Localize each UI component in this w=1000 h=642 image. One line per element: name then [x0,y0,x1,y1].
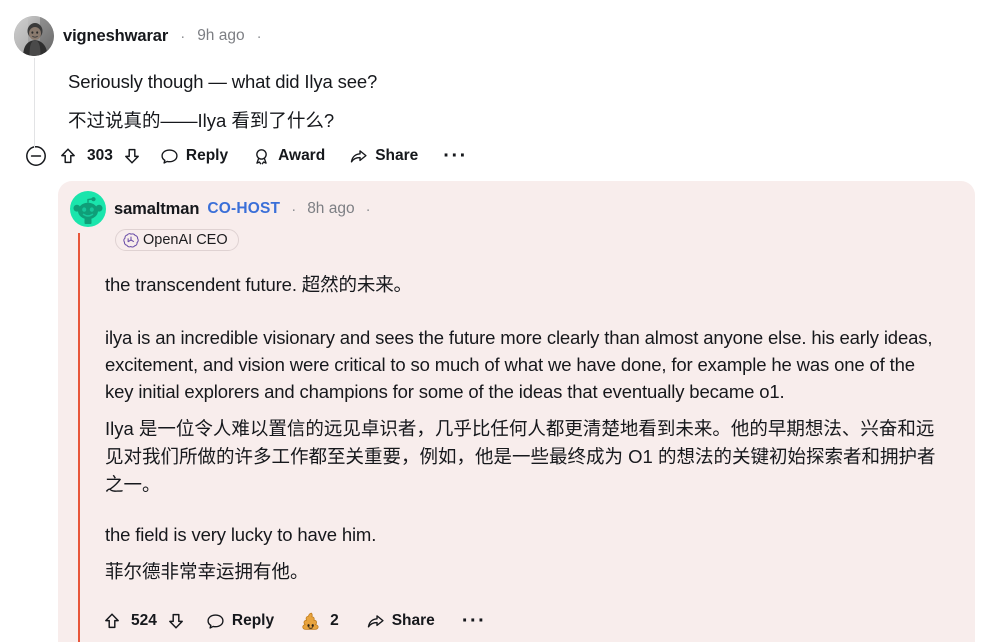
openai-logo-icon [123,232,139,248]
meta-separator: · [180,27,186,45]
meta-separator: · [291,200,297,218]
speech-bubble-icon [160,147,179,166]
upvote-arrow-icon[interactable] [55,143,81,169]
flair-label: OpenAI CEO [143,232,228,249]
user-photo-avatar[interactable] [14,16,54,56]
root-comment-body: Seriously though — what did Ilya see? 不过… [0,69,1000,135]
reply-author-name[interactable]: samaltman [114,200,199,219]
reply-paragraph-3: Ilya 是一位令人难以置信的远见卓识者，几乎比任何人都更清楚地看到未来。他的早… [105,418,936,496]
reply-comment-body: the transcendent future. 超然的未来。 ilya is … [58,251,975,586]
reply-paragraph-2: ilya is an incredible visionary and sees… [105,327,933,403]
meta-separator-2: · [365,200,371,218]
overflow-menu-button[interactable]: ··· [433,146,477,166]
reply-comment: samaltman CO-HOST · 8h ago · OpenAI CEO … [58,181,975,642]
cohost-badge: CO-HOST [207,200,281,218]
award-label: Award [278,147,326,165]
reply-paragraph-4: the field is very lucky to have him. [105,524,377,546]
reply-action-bar: 524 Reply 2 Share ··· [58,600,975,642]
reply-vote-group: 524 [99,608,189,634]
share-label: Share [375,147,419,165]
user-flair-badge[interactable]: OpenAI CEO [115,229,239,252]
root-text-chinese: 不过说真的——Ilya 看到了什么? [68,110,335,132]
root-text-english: Seriously though — what did Ilya see? [68,71,378,92]
reply-score: 524 [131,612,157,630]
share-button[interactable]: Share [340,143,427,170]
root-author-name[interactable]: vigneshwarar [63,27,168,46]
reply-button[interactable]: Reply [197,608,283,635]
reddit-snoo-avatar[interactable] [70,191,106,228]
share-arrow-icon [366,612,385,631]
thread-collapse-line[interactable] [33,58,35,148]
reply-paragraph-5: 菲尔德非常幸运拥有他。 [105,561,309,583]
root-timestamp: 9h ago [197,27,245,44]
reply-comment-header: samaltman CO-HOST · 8h ago · OpenAI CEO [58,191,975,252]
downvote-arrow-icon[interactable] [119,143,145,169]
root-vote-group: 303 [55,143,145,169]
reply-timestamp: 8h ago [307,200,355,218]
reply-label: Reply [185,147,229,165]
downvote-arrow-icon[interactable] [163,608,189,634]
reply-thread-line[interactable] [78,233,80,642]
reply-button[interactable]: Reply [151,143,237,170]
award-count: 2 [330,612,339,630]
root-action-bar: 303 Reply Award Share ··· [0,135,1000,177]
speech-bubble-icon [206,612,225,631]
reply-paragraph-1: the transcendent future. 超然的未来。 [105,274,412,296]
share-label: Share [391,612,435,630]
root-comment: vigneshwarar · 9h ago · Seriously though… [0,0,1000,177]
award-medal-icon [252,147,271,166]
award-button[interactable]: Award [243,143,334,170]
share-button[interactable]: Share [357,608,444,635]
root-score: 303 [87,147,113,165]
award-received-chip[interactable]: 2 [291,607,349,636]
share-arrow-icon [349,147,368,166]
root-comment-header: vigneshwarar · 9h ago · [0,14,1000,58]
award-emoji-icon [301,611,322,632]
upvote-arrow-icon[interactable] [99,608,125,634]
overflow-menu-button[interactable]: ··· [452,611,496,631]
reply-label: Reply [231,612,275,630]
meta-separator-2: · [256,27,262,45]
reply-author-row: samaltman CO-HOST · 8h ago · [68,191,975,228]
minus-circle-icon[interactable] [23,143,49,169]
